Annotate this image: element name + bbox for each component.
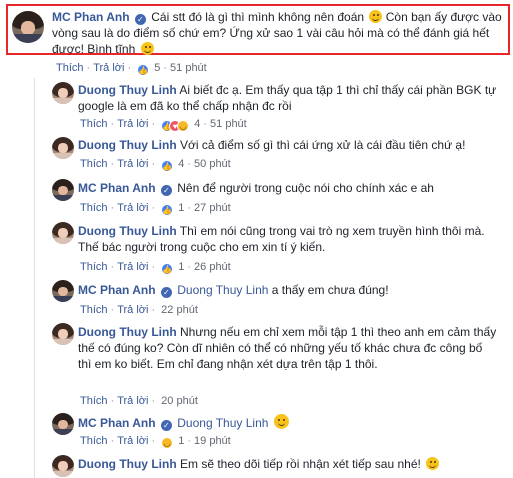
comment-author[interactable]: MC Phan Anh — [52, 10, 130, 24]
laughing-emoji-icon — [426, 457, 440, 470]
comment-body: Duong Thuy Linh Thì em nói cũng trong va… — [78, 223, 498, 255]
smile-emoji-icon — [140, 42, 154, 55]
haha-reaction-icon: ◡ — [177, 120, 190, 132]
comment-time[interactable]: 51 phút — [170, 62, 207, 74]
reply-link[interactable]: Trả lời — [117, 118, 148, 130]
like-link[interactable]: Thích — [80, 261, 108, 273]
verified-badge-icon: ✓ — [134, 14, 146, 25]
comment-body: Duong Thuy Linh Em sẽ theo dõi tiếp rồi … — [78, 456, 498, 472]
comment-time[interactable]: 27 phút — [194, 202, 231, 214]
comment-body: MC Phan Anh ✓ Cái stt đó là gì thì mình … — [52, 9, 504, 57]
avatar[interactable] — [52, 137, 74, 159]
comment-body: Duong Thuy Linh Với cả điểm số gì thì cá… — [78, 137, 498, 153]
comment-text: Với cả điểm số gì thì cái ứng xử là cái … — [180, 138, 466, 152]
like-link[interactable]: Thích — [56, 62, 84, 74]
reply-link[interactable]: Trả lời — [117, 158, 148, 170]
comment-body: Duong Thuy Linh Ai biết đc ạ. Em thấy qu… — [78, 82, 498, 114]
comment-actions: Thích · Trả lời · 22 phút — [80, 304, 198, 316]
avatar[interactable] — [52, 222, 74, 244]
comment-author[interactable]: Duong Thuy Linh — [78, 138, 177, 152]
comment-actions: Thích · Trả lời · 👍 1 · 26 phút — [80, 261, 231, 276]
comment-time[interactable]: 20 phút — [161, 395, 198, 407]
comment-actions: Thích · Trả lời · 👍♥ ◡ 4 · 51 phút — [80, 118, 247, 133]
reaction-count[interactable]: 4 — [178, 158, 184, 170]
avatar[interactable] — [52, 280, 74, 302]
reaction-icons[interactable]: 👍 — [161, 203, 174, 217]
avatar[interactable] — [52, 323, 74, 345]
reply-link[interactable]: Trả lời — [117, 435, 148, 447]
comment-author[interactable]: Duong Thuy Linh — [78, 457, 177, 471]
avatar[interactable] — [52, 455, 74, 477]
smile-emoji-icon — [369, 10, 383, 23]
reaction-count[interactable]: 4 — [194, 118, 200, 130]
reply-link[interactable]: Trả lời — [117, 261, 148, 273]
like-link[interactable]: Thích — [80, 304, 108, 316]
comment-body: MC Phan Anh ✓ Duong Thuy Linh a thấy em … — [78, 282, 498, 298]
avatar[interactable] — [52, 179, 74, 201]
reaction-count[interactable]: 1 — [178, 261, 184, 273]
like-link[interactable]: Thích — [80, 435, 108, 447]
thread-line — [34, 78, 35, 478]
like-link[interactable]: Thích — [80, 158, 108, 170]
comment-text: Em sẽ theo dõi tiếp rồi nhận xét tiếp sa… — [180, 457, 421, 471]
like-link[interactable]: Thích — [80, 395, 108, 407]
like-link[interactable]: Thích — [80, 202, 108, 214]
comment-actions: Thích · Trả lời · 20 phút — [80, 395, 198, 407]
reaction-count[interactable]: 5 — [154, 62, 160, 74]
haha-reaction-icon: ◡ — [161, 437, 174, 449]
reaction-icons[interactable]: 👍♥ ◡ — [161, 119, 190, 133]
comment-author[interactable]: Duong Thuy Linh — [78, 83, 177, 97]
comment-actions: Thích · Trả lời · ◡ 1 · 19 phút — [80, 435, 231, 450]
comment-actions: Thích · Trả lời · 👍 4 · 50 phút — [80, 158, 231, 173]
reaction-count[interactable]: 1 — [178, 202, 184, 214]
avatar[interactable] — [52, 82, 74, 104]
mentioned-user[interactable]: Duong Thuy Linh — [177, 416, 268, 430]
comment-text: Nên để người trong cuộc nói cho chính xá… — [177, 181, 434, 195]
mentioned-user[interactable]: Duong Thuy Linh — [177, 283, 268, 297]
comment-actions: Thích · Trả lời · 👍 5 · 51 phút — [56, 62, 207, 77]
reply-link[interactable]: Trả lời — [93, 62, 124, 74]
verified-badge-icon: ✓ — [160, 420, 172, 431]
reaction-icons[interactable]: ◡ — [161, 436, 174, 450]
comment-time[interactable]: 19 phút — [194, 435, 231, 447]
reply-link[interactable]: Trả lời — [117, 395, 148, 407]
reaction-icons[interactable]: 👍 — [137, 63, 150, 77]
comment-body: MC Phan Anh ✓ Nên để người trong cuộc nó… — [78, 180, 498, 196]
like-reaction-icon: 👍 — [161, 160, 174, 172]
comment-author[interactable]: MC Phan Anh — [78, 416, 156, 430]
smile-emoji-icon — [273, 414, 289, 429]
avatar[interactable] — [12, 11, 44, 43]
comment-author[interactable]: Duong Thuy Linh — [78, 224, 177, 238]
like-reaction-icon: 👍 — [161, 263, 174, 275]
verified-badge-icon: ✓ — [160, 185, 172, 196]
comment-body: MC Phan Anh ✓ Duong Thuy Linh — [78, 414, 498, 431]
verified-badge-icon: ✓ — [160, 287, 172, 298]
avatar[interactable] — [52, 413, 74, 435]
comment-time[interactable]: 50 phút — [194, 158, 231, 170]
comment-author[interactable]: MC Phan Anh — [78, 181, 156, 195]
comment-text: Cái stt đó là gì thì mình không nên đoán — [151, 10, 365, 24]
comment-body: Duong Thuy Linh Nhưng nếu em chỉ xem mỗi… — [78, 324, 498, 372]
comment-author[interactable]: Duong Thuy Linh — [78, 325, 177, 339]
reaction-count[interactable]: 1 — [178, 435, 184, 447]
comment-author[interactable]: MC Phan Anh — [78, 283, 156, 297]
like-reaction-icon: 👍 — [137, 64, 150, 76]
reaction-icons[interactable]: 👍 — [161, 262, 174, 276]
reaction-icons[interactable]: 👍 — [161, 159, 174, 173]
like-reaction-icon: 👍 — [161, 204, 174, 216]
comment-text: a thấy em chưa đúng! — [271, 283, 389, 297]
comment-time[interactable]: 22 phút — [161, 304, 198, 316]
like-link[interactable]: Thích — [80, 118, 108, 130]
comment-actions: Thích · Trả lời · 👍 1 · 27 phút — [80, 202, 231, 217]
reply-link[interactable]: Trả lời — [117, 304, 148, 316]
comment-time[interactable]: 51 phút — [210, 118, 247, 130]
comment-time[interactable]: 26 phút — [194, 261, 231, 273]
reply-link[interactable]: Trả lời — [117, 202, 148, 214]
